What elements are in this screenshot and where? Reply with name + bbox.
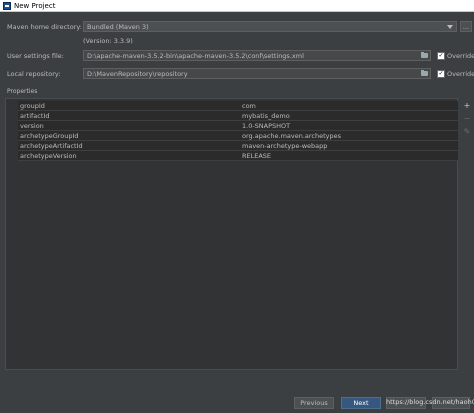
properties-table: groupId com artifactId mybatis_demo vers… [5, 98, 458, 370]
intellij-icon [3, 1, 11, 10]
previous-label: Previous [300, 399, 328, 407]
previous-button[interactable]: Previous [294, 397, 334, 409]
table-row[interactable]: archetypeGroupId org.apache.maven.archet… [18, 131, 458, 141]
local-repo-override-checkbox[interactable]: ✓ [437, 70, 445, 78]
watermark-text: https://blog.csdn.net/haoh01 [386, 398, 474, 406]
folder-icon[interactable] [421, 70, 428, 76]
property-key: artifactId [20, 112, 50, 120]
property-value[interactable]: 1.0-SNAPSHOT [242, 122, 290, 130]
more-label: ... [462, 22, 470, 31]
maven-home-dropdown[interactable]: Bundled (Maven 3) [83, 21, 457, 32]
add-property-button[interactable]: + [463, 102, 471, 110]
local-repo-override-label: Override [447, 70, 474, 78]
maven-home-value: Bundled (Maven 3) [87, 22, 149, 31]
property-key: archetypeGroupId [20, 132, 79, 140]
browse-maven-home-button[interactable]: ... [460, 21, 472, 32]
user-settings-label: User settings file: [7, 52, 64, 60]
next-label: Next [353, 399, 369, 407]
user-settings-field[interactable]: D:\apache-maven-3.5.2-bin\apache-maven-3… [83, 50, 431, 61]
property-key: archetypeVersion [20, 152, 77, 160]
edit-property-button[interactable]: ✎ [463, 128, 471, 136]
user-settings-value: D:\apache-maven-3.5.2-bin\apache-maven-3… [87, 51, 304, 60]
table-row[interactable]: archetypeVersion RELEASE [18, 151, 458, 161]
next-button[interactable]: Next [341, 397, 381, 409]
property-key: archetypeArtifactId [20, 142, 83, 150]
remove-property-button[interactable]: − [463, 115, 471, 123]
local-repo-label: Local repository: [7, 70, 61, 78]
window-title: New Project [14, 1, 56, 10]
property-value[interactable]: maven-archetype-webapp [242, 142, 327, 150]
property-value[interactable]: com [242, 102, 256, 110]
local-repo-value: D:\MavenRepository\repository [87, 69, 188, 78]
property-value[interactable]: org.apache.maven.archetypes [242, 132, 341, 140]
chevron-down-icon [447, 25, 453, 29]
maven-home-label: Maven home directory: [7, 23, 82, 31]
table-row[interactable]: archetypeArtifactId maven-archetype-weba… [18, 141, 458, 151]
properties-label: Properties [7, 88, 38, 95]
property-value[interactable]: mybatis_demo [242, 112, 290, 120]
local-repo-field[interactable]: D:\MavenRepository\repository [83, 68, 431, 79]
table-row[interactable]: groupId com [18, 101, 458, 111]
maven-version-text: (Version: 3.3.9) [83, 37, 133, 45]
window-title-bar: New Project [0, 0, 474, 12]
property-key: groupId [20, 102, 45, 110]
table-row[interactable]: artifactId mybatis_demo [18, 111, 458, 121]
user-settings-override-checkbox[interactable]: ✓ [437, 52, 445, 60]
folder-icon[interactable] [421, 52, 428, 58]
table-row[interactable]: version 1.0-SNAPSHOT [18, 121, 458, 131]
user-settings-override-label: Override [447, 52, 474, 60]
property-key: version [20, 122, 44, 130]
property-value[interactable]: RELEASE [242, 152, 271, 160]
